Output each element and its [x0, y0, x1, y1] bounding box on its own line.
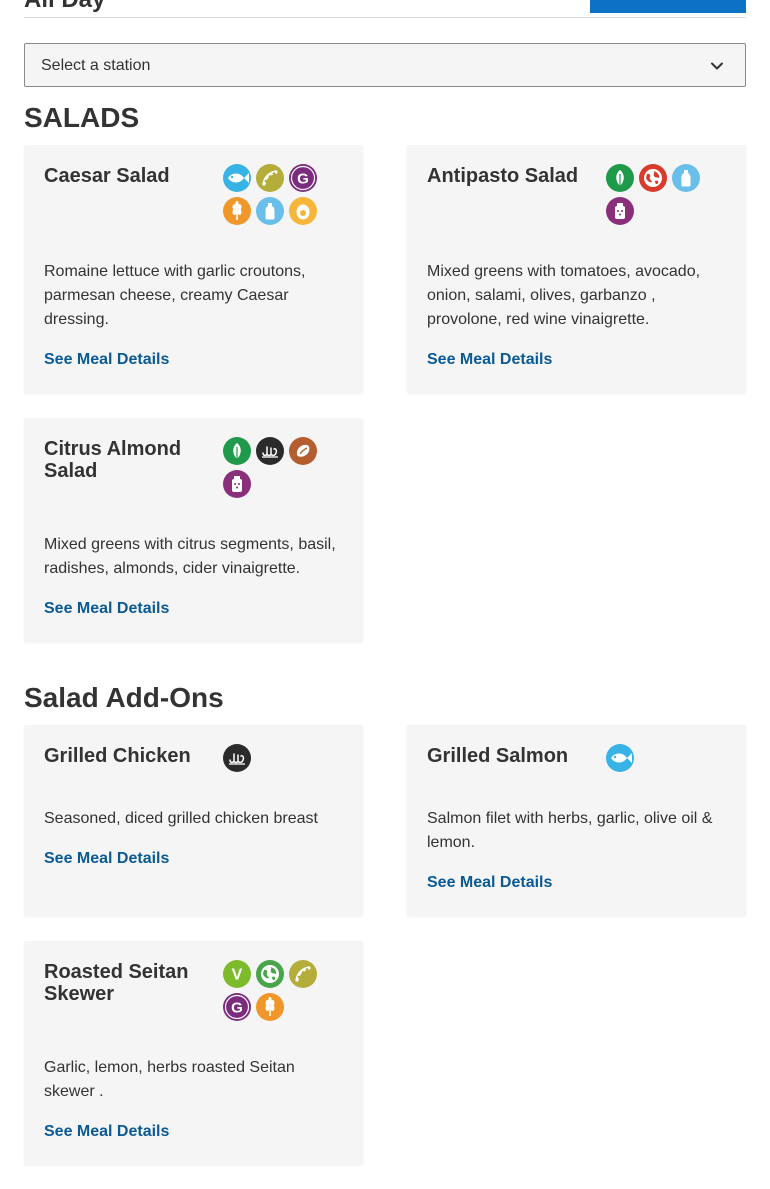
sesame-icon: [605, 196, 635, 226]
meal-name: Grilled Salmon: [427, 745, 569, 767]
climate-friendly-icon: [255, 959, 285, 989]
meal-name: Antipasto Salad: [427, 165, 579, 187]
svg-text:G: G: [231, 1000, 243, 1017]
dietary-icons: G: [222, 163, 322, 226]
fish-icon: [605, 743, 635, 773]
egg-icon: [288, 196, 318, 226]
vegetarian-icon: [605, 163, 635, 193]
meal-card: Antipasto Salad Mixed greens with tomato…: [407, 145, 746, 393]
meal-description: Romaine lettuce with garlic croutons, pa…: [44, 263, 306, 328]
meal-description: Salmon filet with herbs, garlic, olive o…: [427, 810, 713, 851]
meal-name: Caesar Salad: [44, 165, 170, 187]
see-meal-details-link[interactable]: See Meal Details: [427, 874, 552, 892]
meal-card: Citrus Almond Salad Mixed greens with ci…: [24, 418, 363, 642]
dietary-icons: [222, 436, 322, 499]
gluten-icon: G: [222, 992, 252, 1022]
vegan-icon: V: [222, 959, 252, 989]
see-meal-details-link[interactable]: See Meal Details: [44, 850, 169, 868]
page-header: All Day: [24, 0, 746, 18]
meal-name: Grilled Chicken: [44, 745, 191, 767]
meal-card: Caesar Salad G Romaine lettuce with garl…: [24, 145, 363, 393]
soy-icon: [255, 163, 285, 193]
see-meal-details-link[interactable]: See Meal Details: [44, 1123, 169, 1141]
halal-icon: [222, 743, 252, 773]
meal-description: Mixed greens with tomatoes, avocado, oni…: [427, 263, 701, 328]
see-meal-details-link[interactable]: See Meal Details: [427, 351, 552, 369]
dietary-icons: V G: [222, 959, 322, 1022]
meal-card: Grilled Chicken Seasoned, diced grilled …: [24, 725, 363, 916]
wheat-icon: [255, 992, 285, 1022]
station-select[interactable]: Select a station: [24, 43, 746, 87]
sesame-icon: [222, 469, 252, 499]
fish-icon: [222, 163, 252, 193]
milk-icon: [671, 163, 701, 193]
meal-description: Mixed greens with citrus segments, basil…: [44, 536, 336, 577]
meal-card: Roasted Seitan Skewer V G Garlic, lemon,…: [24, 941, 363, 1165]
see-meal-details-link[interactable]: See Meal Details: [44, 600, 169, 618]
svg-text:V: V: [232, 967, 243, 984]
halal-icon: [255, 436, 285, 466]
meal-description: Garlic, lemon, herbs roasted Seitan skew…: [44, 1059, 295, 1100]
dietary-icons: [605, 163, 705, 226]
wheat-icon: [222, 196, 252, 226]
meal-name: Roasted Seitan Skewer: [44, 961, 189, 1005]
meal-name: Citrus Almond Salad: [44, 438, 182, 482]
milk-icon: [255, 196, 285, 226]
header-action-button[interactable]: [590, 0, 746, 13]
station-select-value: Select a station: [41, 57, 151, 74]
climate-icon: [638, 163, 668, 193]
section-title-salad-add-ons: Salad Add-Ons: [24, 682, 224, 713]
svg-text:G: G: [297, 171, 309, 188]
vegetarian-icon: [222, 436, 252, 466]
chevron-down-icon: [711, 62, 723, 70]
dietary-icons: [605, 743, 705, 773]
gluten-icon: G: [288, 163, 318, 193]
meal-description: Seasoned, diced grilled chicken breast: [44, 810, 318, 827]
section-title-salads: SALADS: [24, 102, 140, 133]
dietary-icons: [222, 743, 322, 773]
tree-nut-icon: [288, 436, 318, 466]
see-meal-details-link[interactable]: See Meal Details: [44, 351, 169, 369]
page-title: All Day: [24, 0, 105, 14]
soy-icon: [288, 959, 318, 989]
meal-card: Grilled Salmon Salmon filet with herbs, …: [407, 725, 746, 916]
